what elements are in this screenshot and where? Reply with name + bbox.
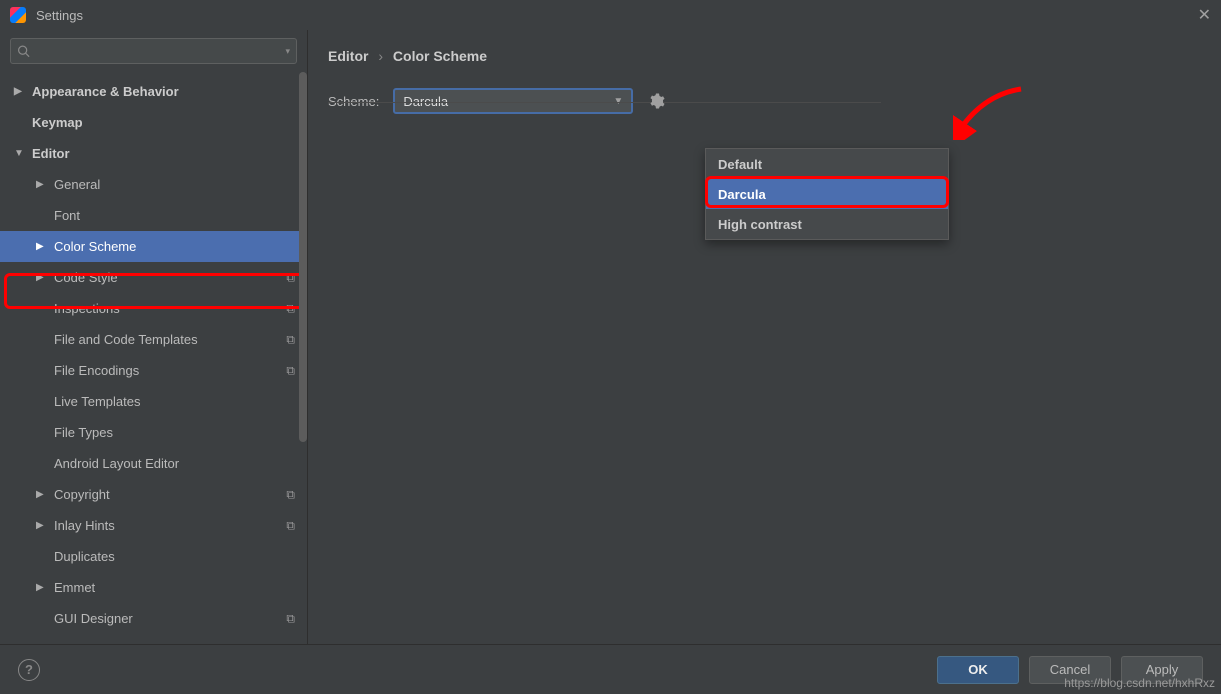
breadcrumb-root[interactable]: Editor — [328, 48, 368, 64]
tree-item-label: Font — [54, 208, 80, 223]
breadcrumb-separator: › — [378, 48, 383, 64]
scheme-select[interactable]: Darcula ▼ — [393, 88, 633, 114]
ok-button[interactable]: OK — [937, 656, 1019, 684]
project-scope-icon: ⧉ — [286, 363, 295, 378]
apply-button[interactable]: Apply — [1121, 656, 1203, 684]
sidebar: ▾ ▶Appearance & Behavior▶Keymap▼Editor▶G… — [0, 30, 308, 644]
chevron-right-icon: ▶ — [36, 520, 48, 531]
tree-item-live-templates[interactable]: ▶Live Templates — [0, 386, 307, 417]
app-icon — [10, 7, 26, 23]
cancel-button[interactable]: Cancel — [1029, 656, 1111, 684]
tree-item-emmet[interactable]: ▶ Emmet — [0, 572, 307, 603]
scheme-option-default[interactable]: Default — [706, 149, 948, 179]
chevron-right-icon: ▶ — [36, 179, 48, 190]
settings-tree[interactable]: ▶Appearance & Behavior▶Keymap▼Editor▶Gen… — [0, 72, 307, 644]
breadcrumb: Editor › Color Scheme — [328, 48, 1201, 64]
close-icon[interactable]: ✕ — [1198, 5, 1211, 25]
tree-item-file-and-code-templates[interactable]: ▶File and Code Templates⧉ — [0, 324, 307, 355]
gear-icon[interactable] — [647, 92, 665, 113]
search-field[interactable] — [34, 44, 286, 59]
project-scope-icon: ⧉ — [286, 270, 295, 285]
tree-item-label: Android Layout Editor — [54, 456, 179, 471]
scheme-selected-value: Darcula — [403, 94, 448, 109]
body: ▾ ▶Appearance & Behavior▶Keymap▼Editor▶G… — [0, 30, 1221, 644]
scheme-dropdown[interactable]: DefaultDarculaHigh contrast — [705, 148, 949, 240]
project-scope-icon: ⧉ — [286, 487, 295, 502]
tree-item-duplicates[interactable]: ▶Duplicates — [0, 541, 307, 572]
tree-item-font[interactable]: ▶Font — [0, 200, 307, 231]
search-icon — [17, 44, 30, 58]
divider — [328, 102, 881, 103]
titlebar: Settings ✕ — [0, 0, 1221, 30]
tree-item-label: General — [54, 177, 100, 192]
tree-item-label: Code Style — [54, 270, 118, 285]
tree-item-label: Keymap — [32, 115, 83, 130]
tree-item-label: Editor — [32, 146, 70, 161]
chevron-down-icon[interactable]: ▾ — [285, 46, 290, 57]
tree-item-appearance-behavior[interactable]: ▶ Appearance & Behavior — [0, 76, 307, 107]
tree-item-color-scheme[interactable]: ▶ Color Scheme — [0, 231, 307, 262]
tree-item-file-types[interactable]: ▶File Types — [0, 417, 307, 448]
tree-item-editor[interactable]: ▼ Editor — [0, 138, 307, 169]
tree-item-label: File Types — [54, 425, 113, 440]
project-scope-icon: ⧉ — [286, 518, 295, 533]
project-scope-icon: ⧉ — [286, 611, 295, 626]
scheme-label: Scheme: — [328, 94, 379, 109]
tree-item-inlay-hints[interactable]: ▶ Inlay Hints ⧉ — [0, 510, 307, 541]
chevron-right-icon: ▶ — [36, 582, 48, 593]
tree-item-label: File Encodings — [54, 363, 139, 378]
breadcrumb-leaf: Color Scheme — [393, 48, 487, 64]
chevron-right-icon: ▶ — [36, 272, 48, 283]
scheme-option-darcula[interactable]: Darcula — [706, 179, 948, 209]
search-input[interactable]: ▾ — [10, 38, 297, 64]
project-scope-icon: ⧉ — [286, 301, 295, 316]
tree-item-label: Live Templates — [54, 394, 140, 409]
chevron-right-icon: ▶ — [36, 241, 48, 252]
tree-item-label: File and Code Templates — [54, 332, 198, 347]
chevron-down-icon: ▼ — [613, 96, 623, 107]
tree-item-file-encodings[interactable]: ▶File Encodings⧉ — [0, 355, 307, 386]
tree-item-keymap[interactable]: ▶Keymap — [0, 107, 307, 138]
scrollbar-thumb[interactable] — [299, 72, 307, 442]
tree-item-code-style[interactable]: ▶ Code Style ⧉ — [0, 262, 307, 293]
tree-item-label: GUI Designer — [54, 611, 133, 626]
chevron-right-icon: ▶ — [14, 86, 26, 97]
tree-item-inspections[interactable]: ▶Inspections⧉ — [0, 293, 307, 324]
tree-item-general[interactable]: ▶ General — [0, 169, 307, 200]
tree-item-label: Copyright — [54, 487, 110, 502]
window-title: Settings — [36, 8, 83, 23]
tree-item-label: Emmet — [54, 580, 95, 595]
tree-item-copyright[interactable]: ▶ Copyright ⧉ — [0, 479, 307, 510]
tree-item-label: Duplicates — [54, 549, 115, 564]
project-scope-icon: ⧉ — [286, 332, 295, 347]
help-button[interactable]: ? — [18, 659, 40, 681]
chevron-right-icon: ▶ — [36, 489, 48, 500]
tree-item-android-layout-editor[interactable]: ▶Android Layout Editor — [0, 448, 307, 479]
search-wrap: ▾ — [0, 30, 307, 72]
footer: ? OK Cancel Apply — [0, 644, 1221, 694]
content-pane: Editor › Color Scheme Scheme: Darcula ▼ … — [308, 30, 1221, 644]
chevron-down-icon: ▼ — [14, 148, 26, 159]
tree-item-label: Color Scheme — [54, 239, 136, 254]
tree-item-label: Inspections — [54, 301, 120, 316]
scheme-row: Scheme: Darcula ▼ — [328, 88, 1201, 114]
tree-item-gui-designer[interactable]: ▶GUI Designer⧉ — [0, 603, 307, 634]
tree-item-label: Inlay Hints — [54, 518, 115, 533]
scheme-option-high-contrast[interactable]: High contrast — [706, 209, 948, 239]
tree-item-label: Appearance & Behavior — [32, 84, 179, 99]
